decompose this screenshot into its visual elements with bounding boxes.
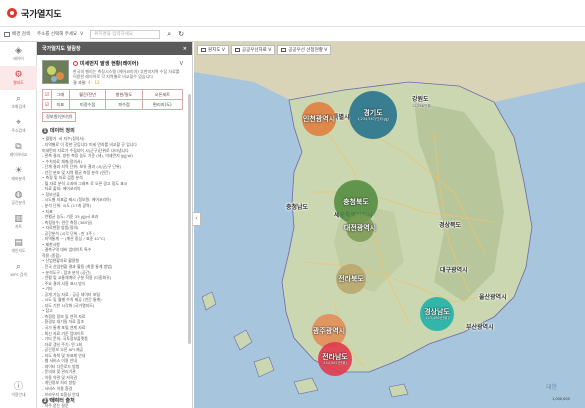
search-icon: ⌕ xyxy=(15,94,22,104)
layer-title: 미세먼지 발생 현황(레이어) xyxy=(73,60,183,67)
layers-icon: ◈ xyxy=(15,46,22,56)
sea-label: 대한 xyxy=(546,384,558,391)
option-table: ☑ 그래 월간/전년 발현/밀도 오픈세트 ☑ 지표 미정수점 피수점 편리지(… xyxy=(42,89,184,111)
option-cell[interactable]: 월간/전년 xyxy=(68,89,107,101)
region-bubble[interactable]: 대전광역시 xyxy=(344,214,376,242)
map-scale: 1,000,000 xyxy=(552,397,570,401)
background-search-button[interactable]: 배경 검색 xyxy=(4,31,30,37)
chart-icon: ▥ xyxy=(14,214,23,224)
pin-search-icon: ⌖ xyxy=(15,118,22,128)
top-toolbar: 배경 검색 주소를 선택해 주세요 ᐯ 위치명을 입력하세요 ⌕ ↻ xyxy=(0,27,585,42)
option-cell[interactable]: 지표 xyxy=(51,99,70,111)
option-cell[interactable]: 편리지(도) xyxy=(141,99,184,111)
bulb-icon: ☀ xyxy=(14,166,23,176)
search-icon[interactable]: ⌕ xyxy=(164,29,174,39)
option-cell[interactable]: 발현/밀도 xyxy=(105,89,143,101)
region-label[interactable]: 부산광역시 xyxy=(466,322,494,331)
layer-card[interactable]: 미세먼지 발생 현황(레이어) 한국의 벨리는 측정시스템 (에어코리아) 추천… xyxy=(42,60,187,86)
checkbox-icon[interactable]: ☑ xyxy=(42,99,52,111)
nav-layers[interactable]: ◈ 레이어 xyxy=(0,42,37,66)
section-data-source[interactable]: 2 데이터 출처 xyxy=(42,397,75,404)
map-view[interactable]: 원지도 ᐯ 공공우선자료 ᐯ 공공우선 선점현황 ᐯ 강원도 11,234(단위)… xyxy=(194,42,585,408)
address-select[interactable]: 주소를 선택해 주세요 ᐯ xyxy=(37,31,84,38)
map-type-select[interactable]: 원지도 ᐯ xyxy=(197,45,229,55)
refresh-icon[interactable]: ↻ xyxy=(176,29,186,39)
region-bubble[interactable]: 전라북도 xyxy=(336,264,366,294)
globe-icon: ◍ xyxy=(14,190,23,200)
list-icon xyxy=(4,31,10,37)
nav-layer-compare[interactable]: ⧉ 레이어비교 xyxy=(0,138,37,162)
region-bubble[interactable]: 인천광역시 xyxy=(302,102,336,136)
region-bubble[interactable]: 경기도 1,234,567(단위:㎍) xyxy=(349,91,397,139)
source-tag[interactable]: 정보원(인터넷) xyxy=(42,112,77,123)
panel-scrollbar[interactable] xyxy=(188,94,191,344)
left-icon-bar: ◈ 레이어 ⚙ 열지도 ⌕ 조회검색 ⌖ 주소검색 ⧉ 레이어비교 ☀ 테마분석… xyxy=(0,42,37,408)
close-icon[interactable]: × xyxy=(183,46,187,52)
logo-icon xyxy=(7,8,17,18)
location-search-input[interactable]: 위치명을 입력하세요 xyxy=(90,29,161,39)
option-cell[interactable]: 오픈세트 xyxy=(141,89,184,101)
map-icon xyxy=(201,48,206,52)
nav-address-search[interactable]: ⌖ 주소검색 xyxy=(0,114,37,138)
data-definition-text: • 월평가 ·서 지수(정의서) - 지역별로 이 정한 곳입니다 미세 먼지를 … xyxy=(42,136,183,408)
nav-query-search[interactable]: ⌕ 조회검색 xyxy=(0,90,37,114)
wfs-search-icon: ⌕ xyxy=(15,262,22,272)
option-cell[interactable]: 피수점 xyxy=(105,99,143,111)
region-label[interactable]: 대구광역시 xyxy=(440,265,468,274)
book-icon: ▤ xyxy=(14,238,23,248)
region-bubble[interactable]: 경상남도 123,456(단위) xyxy=(420,297,454,331)
layer-description: 한국의 벨리는 측정시스템 (에어코리아) 추천미지역 수집 자료를 이용한 레… xyxy=(73,69,180,80)
layer-marker-icon xyxy=(73,61,78,66)
layer-thumbnail xyxy=(42,60,69,84)
region-label[interactable]: 강원도 11,234(단위) xyxy=(412,94,432,108)
nav-personal-map[interactable]: ▤ 개인지도 xyxy=(0,234,37,258)
app-header: 국가열지도 xyxy=(0,0,585,27)
map-toolbar: 원지도 ᐯ 공공우선자료 ᐯ 공공우선 선점현황 ᐯ xyxy=(197,45,333,55)
region-label[interactable]: 울산광역시 xyxy=(479,292,507,301)
panel-title: 국가열지도 열람창 xyxy=(42,46,81,52)
app-title[interactable]: 국가열지도 xyxy=(21,7,62,20)
checkbox-icon[interactable]: ☑ xyxy=(42,89,52,101)
nav-theme-analysis[interactable]: ☀ 테마분석 xyxy=(0,162,37,186)
region-label[interactable]: 경상북도 xyxy=(439,220,461,229)
heatmap-icon: ⚙ xyxy=(14,70,23,80)
panel-collapse-handle[interactable]: ‹ xyxy=(193,212,201,226)
nav-chart[interactable]: ▥ 차트 xyxy=(0,210,37,234)
nav-heatmap[interactable]: ⚙ 열지도 xyxy=(0,66,37,90)
public-status-select[interactable]: 공공우선 선점현황 ᐯ xyxy=(277,45,332,55)
info-panel: 국가열지도 열람창 × 미세먼지 발생 현황(레이어) 한국의 벨리는 측정시스… xyxy=(37,42,193,408)
region-label[interactable]: 충청남도 xyxy=(286,202,308,211)
region-bubble[interactable]: 전라남도 234,567(단위) xyxy=(318,342,352,376)
info-icon: ⓘ xyxy=(13,382,23,392)
chevron-down-icon: ᐯ xyxy=(80,31,84,37)
section-data-definition[interactable]: 1 데이터 정의 xyxy=(42,127,187,134)
option-cell[interactable]: 미정수점 xyxy=(68,99,107,111)
option-cell[interactable]: 그래 xyxy=(51,89,70,101)
nav-help[interactable]: ⓘ 이용안내 xyxy=(0,378,37,402)
nav-wfs-search[interactable]: ⌕ WFS 검색 xyxy=(0,258,37,282)
chart-icon xyxy=(234,48,240,52)
compare-icon: ⧉ xyxy=(15,142,22,152)
nav-spatial-analysis[interactable]: ◍ 공간분석 xyxy=(0,186,37,210)
layer-meta: 결 과물: 4 - 12 xyxy=(73,80,100,86)
checkbox-icon xyxy=(281,48,287,52)
panel-header: 국가열지도 열람창 × xyxy=(37,42,192,55)
public-data-select[interactable]: 공공우선자료 ᐯ xyxy=(230,45,276,55)
chevron-down-icon[interactable]: ᐯ xyxy=(180,61,183,67)
